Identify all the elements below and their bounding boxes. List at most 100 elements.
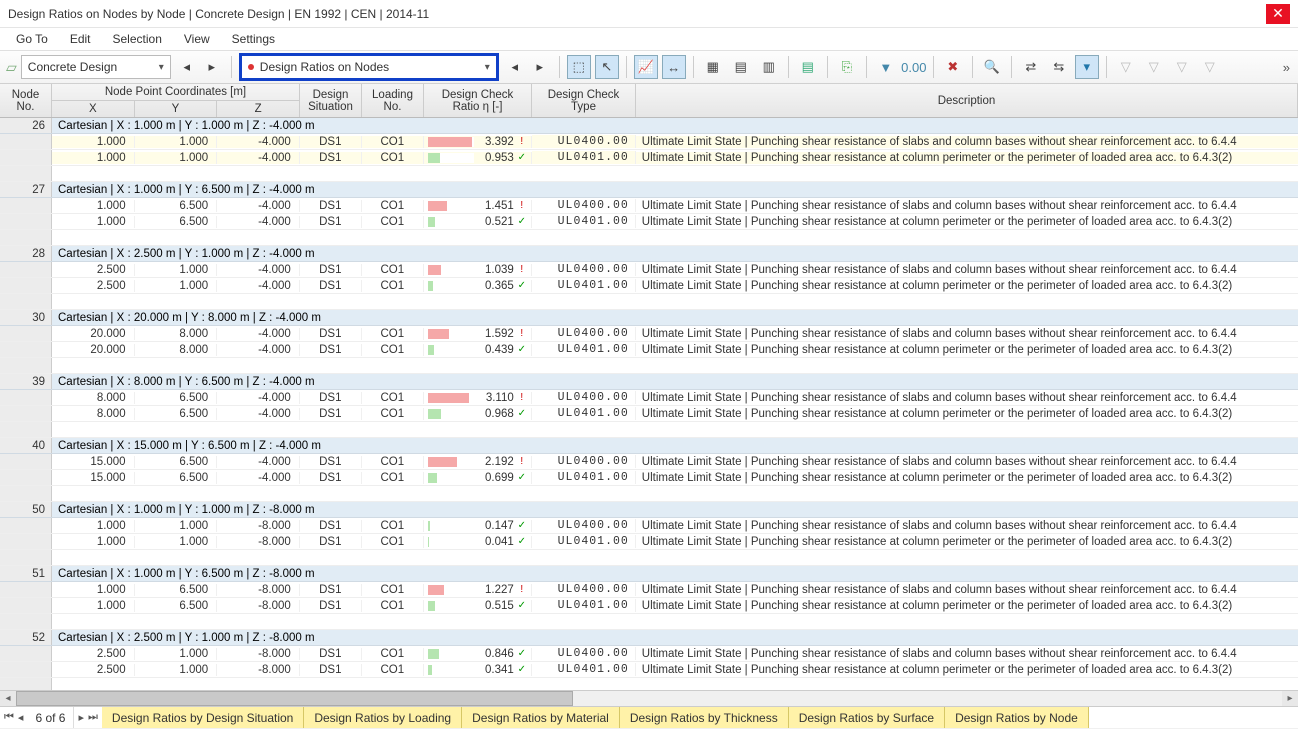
layout3-icon[interactable]: ▥	[757, 55, 781, 79]
nav-prev-button[interactable]: ◂	[175, 55, 199, 79]
table-row[interactable]: 8.0006.500-4.000DS1CO10.968✓UL0401.00Ult…	[0, 406, 1298, 422]
col-coords-group[interactable]: Node Point Coordinates [m]	[52, 84, 299, 100]
table-row[interactable]: 20.0008.000-4.000DS1CO10.439✓UL0401.00Ul…	[0, 342, 1298, 358]
sheet-tab[interactable]: Design Ratios by Surface	[789, 707, 945, 728]
table-row[interactable]: 2.5001.000-8.000DS1CO10.846✓UL0400.00Ult…	[0, 646, 1298, 662]
filter-icon[interactable]: ▼	[874, 55, 898, 79]
cell-description: Ultimate Limit State | Punching shear re…	[636, 648, 1298, 660]
cell-z: -4.000	[217, 216, 300, 228]
blank-row	[0, 166, 1298, 182]
nav-next-button[interactable]: ▸	[528, 55, 552, 79]
hscroll-right-icon[interactable]: ▸	[1282, 691, 1298, 706]
nav-prev-button[interactable]: ◂	[503, 55, 527, 79]
next-sheet-icon[interactable]: ▸	[78, 711, 84, 724]
grid-body[interactable]: 26Cartesian | X : 1.000 m | Y : 1.000 m …	[0, 118, 1298, 690]
group-row[interactable]: 39Cartesian | X : 8.000 m | Y : 6.500 m …	[0, 374, 1298, 390]
group-row[interactable]: 26Cartesian | X : 1.000 m | Y : 1.000 m …	[0, 118, 1298, 134]
menu-view[interactable]: View	[174, 30, 220, 48]
col-ratio[interactable]: Design Check Ratio η [-]	[424, 84, 532, 117]
export-icon[interactable]: ⎘	[835, 55, 859, 79]
pointer-icon[interactable]: ↖	[595, 55, 619, 79]
col-situation[interactable]: Design Situation	[300, 84, 362, 117]
table-row[interactable]: 2.5001.000-4.000DS1CO11.039!UL0400.00Ult…	[0, 262, 1298, 278]
close-button[interactable]: ✕	[1266, 4, 1290, 24]
cell-z: -4.000	[217, 264, 300, 276]
layout2-icon[interactable]: ▤	[729, 55, 753, 79]
horizontal-scrollbar[interactable]: ◂ ▸	[0, 690, 1298, 706]
sheet-tab[interactable]: Design Ratios by Design Situation	[102, 707, 304, 728]
group-row[interactable]: 27Cartesian | X : 1.000 m | Y : 6.500 m …	[0, 182, 1298, 198]
cell-ratio: 0.699✓	[424, 472, 532, 484]
menu-edit[interactable]: Edit	[60, 30, 101, 48]
col-type[interactable]: Design Check Type	[532, 84, 636, 117]
table-row[interactable]: 1.0006.500-8.000DS1CO10.515✓UL0401.00Ult…	[0, 598, 1298, 614]
view-dropdown[interactable]: Design Ratios on Nodes ▾	[239, 53, 499, 81]
filter4-icon[interactable]: ▽	[1198, 55, 1222, 79]
group-row[interactable]: 51Cartesian | X : 1.000 m | Y : 6.500 m …	[0, 566, 1298, 582]
cell-y: 6.500	[135, 600, 218, 612]
pass-icon: ✓	[517, 472, 527, 483]
group-row[interactable]: 52Cartesian | X : 2.500 m | Y : 1.000 m …	[0, 630, 1298, 646]
col-node-no[interactable]: Node No.	[0, 84, 52, 117]
table-row[interactable]: 1.0001.000-4.000DS1CO10.953✓UL0401.00Ult…	[0, 150, 1298, 166]
col-description[interactable]: Description	[636, 84, 1298, 117]
tool2-icon[interactable]: ⇆	[1047, 55, 1071, 79]
group-row[interactable]: 28Cartesian | X : 2.500 m | Y : 1.000 m …	[0, 246, 1298, 262]
cell-description: Ultimate Limit State | Punching shear re…	[636, 600, 1298, 612]
group-row[interactable]: 30Cartesian | X : 20.000 m | Y : 8.000 m…	[0, 310, 1298, 326]
chart-icon[interactable]: 📈	[634, 55, 658, 79]
col-x[interactable]: X	[52, 101, 135, 117]
menu-go-to[interactable]: Go To	[6, 30, 58, 48]
col-z[interactable]: Z	[217, 101, 299, 117]
first-sheet-icon[interactable]: ⏮	[4, 711, 14, 724]
sheet-tab[interactable]: Design Ratios by Material	[462, 707, 620, 728]
nav-next-button[interactable]: ▸	[200, 55, 224, 79]
chevron-down-icon: ▾	[159, 62, 164, 73]
group-row[interactable]: 40Cartesian | X : 15.000 m | Y : 6.500 m…	[0, 438, 1298, 454]
sheet-tab[interactable]: Design Ratios by Thickness	[620, 707, 789, 728]
cell-loading: CO1	[362, 136, 424, 148]
list-icon[interactable]: ▤	[796, 55, 820, 79]
prev-sheet-icon[interactable]: ◂	[18, 711, 24, 724]
chevron-down-icon: ▾	[485, 62, 490, 73]
category-dropdown[interactable]: Concrete Design ▾	[21, 55, 171, 79]
cell-situation: DS1	[300, 264, 362, 276]
search-icon[interactable]: 🔍	[980, 55, 1004, 79]
table-row[interactable]: 1.0006.500-4.000DS1CO11.451!UL0400.00Ult…	[0, 198, 1298, 214]
table-row[interactable]: 15.0006.500-4.000DS1CO12.192!UL0400.00Ul…	[0, 454, 1298, 470]
layout-icon[interactable]: ▦	[701, 55, 725, 79]
clear-icon[interactable]: ✖	[941, 55, 965, 79]
table-row[interactable]: 8.0006.500-4.000DS1CO13.110!UL0400.00Ult…	[0, 390, 1298, 406]
sheet-tab[interactable]: Design Ratios by Node	[945, 707, 1089, 728]
filter2-icon[interactable]: ▽	[1142, 55, 1166, 79]
filter1-icon[interactable]: ▽	[1114, 55, 1138, 79]
node-no: 28	[0, 246, 52, 261]
pass-icon: ✓	[517, 664, 527, 675]
table-row[interactable]: 2.5001.000-4.000DS1CO10.365✓UL0401.00Ult…	[0, 278, 1298, 294]
tool3-icon[interactable]: ▾	[1075, 55, 1099, 79]
dimension-icon[interactable]: ↔	[662, 55, 686, 79]
menu-settings[interactable]: Settings	[222, 30, 285, 48]
table-row[interactable]: 15.0006.500-4.000DS1CO10.699✓UL0401.00Ul…	[0, 470, 1298, 486]
table-row[interactable]: 1.0001.000-8.000DS1CO10.147✓UL0400.00Ult…	[0, 518, 1298, 534]
table-row[interactable]: 2.5001.000-8.000DS1CO10.341✓UL0401.00Ult…	[0, 662, 1298, 678]
table-row[interactable]: 1.0001.000-8.000DS1CO10.041✓UL0401.00Ult…	[0, 534, 1298, 550]
pass-icon: ✓	[517, 648, 527, 659]
table-row[interactable]: 20.0008.000-4.000DS1CO11.592!UL0400.00Ul…	[0, 326, 1298, 342]
table-row[interactable]: 1.0001.000-4.000DS1CO13.392!UL0400.00Ult…	[0, 134, 1298, 150]
select-icon[interactable]: ⬚	[567, 55, 591, 79]
tool1-icon[interactable]: ⇄	[1019, 55, 1043, 79]
group-row[interactable]: 50Cartesian | X : 1.000 m | Y : 1.000 m …	[0, 502, 1298, 518]
cell-ratio: 0.041✓	[424, 536, 532, 548]
decimals-icon[interactable]: 0.00	[902, 55, 926, 79]
menu-selection[interactable]: Selection	[103, 30, 172, 48]
col-y[interactable]: Y	[135, 101, 218, 117]
table-row[interactable]: 1.0006.500-4.000DS1CO10.521✓UL0401.00Ult…	[0, 214, 1298, 230]
last-sheet-icon[interactable]: ⏭	[88, 711, 98, 724]
table-row[interactable]: 1.0006.500-8.000DS1CO11.227!UL0400.00Ult…	[0, 582, 1298, 598]
hscroll-left-icon[interactable]: ◂	[0, 691, 16, 706]
overflow-icon[interactable]: »	[1281, 60, 1292, 75]
col-loading[interactable]: Loading No.	[362, 84, 424, 117]
filter3-icon[interactable]: ▽	[1170, 55, 1194, 79]
sheet-tab[interactable]: Design Ratios by Loading	[304, 707, 462, 728]
